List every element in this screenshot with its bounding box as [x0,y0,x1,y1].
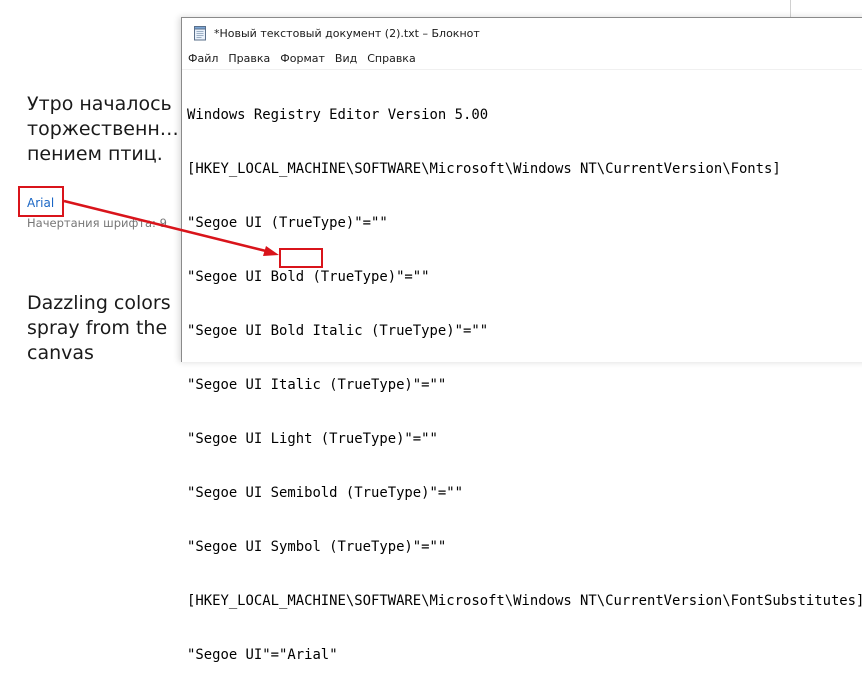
editor-line: "Segoe UI Symbol (TrueType)"="" [187,539,447,555]
title-bar[interactable]: *Новый текстовый документ (2).txt – Блок… [182,18,862,48]
editor-line: Windows Registry Editor Version 5.00 [187,107,489,123]
font-preview-text-ru: Утро началось торжественн… пением птиц. [27,93,179,165]
editor-line: "Segoe UI Bold (TrueType)"="" [187,269,430,285]
menu-file[interactable]: Файл [188,52,218,65]
editor-line: [HKEY_LOCAL_MACHINE\SOFTWARE\Microsoft\W… [187,161,781,177]
editor-line: [HKEY_LOCAL_MACHINE\SOFTWARE\Microsoft\W… [187,593,862,609]
window-title: *Новый текстовый документ (2).txt – Блок… [214,26,480,40]
highlighted-font-name: Arial [287,647,330,663]
editor-line-last: "Segoe UI"="Arial" [187,646,862,664]
font-styles-count: Начертания шрифта: 9 [27,216,167,230]
menu-bar: Файл Правка Формат Вид Справка [182,48,862,68]
notepad-icon [192,25,208,41]
notepad-window: *Новый текстовый документ (2).txt – Блок… [181,17,862,663]
editor-line: "Segoe UI Italic (TrueType)"="" [187,377,447,393]
editor-line: "Segoe UI (TrueType)"="" [187,215,388,231]
callout-box-registry-value [279,248,323,268]
menu-format[interactable]: Формат [280,52,325,65]
menu-help[interactable]: Справка [367,52,415,65]
line-prefix: "Segoe UI"=" [187,647,288,663]
menu-view[interactable]: Вид [335,52,357,65]
menu-edit[interactable]: Правка [228,52,270,65]
text-editor[interactable]: Windows Registry Editor Version 5.00 [HK… [182,69,862,663]
editor-line: "Segoe UI Light (TrueType)"="" [187,431,438,447]
editor-content: Windows Registry Editor Version 5.00 [HK… [187,70,862,700]
editor-line: "Segoe UI Bold Italic (TrueType)"="" [187,323,489,339]
window-edge [790,0,791,17]
editor-line: "Segoe UI Semibold (TrueType)"="" [187,485,463,501]
font-preview-text-en: Dazzling colors spray from the canvas [27,292,171,364]
line-suffix: " [329,647,338,663]
callout-box-font-link [18,186,64,217]
